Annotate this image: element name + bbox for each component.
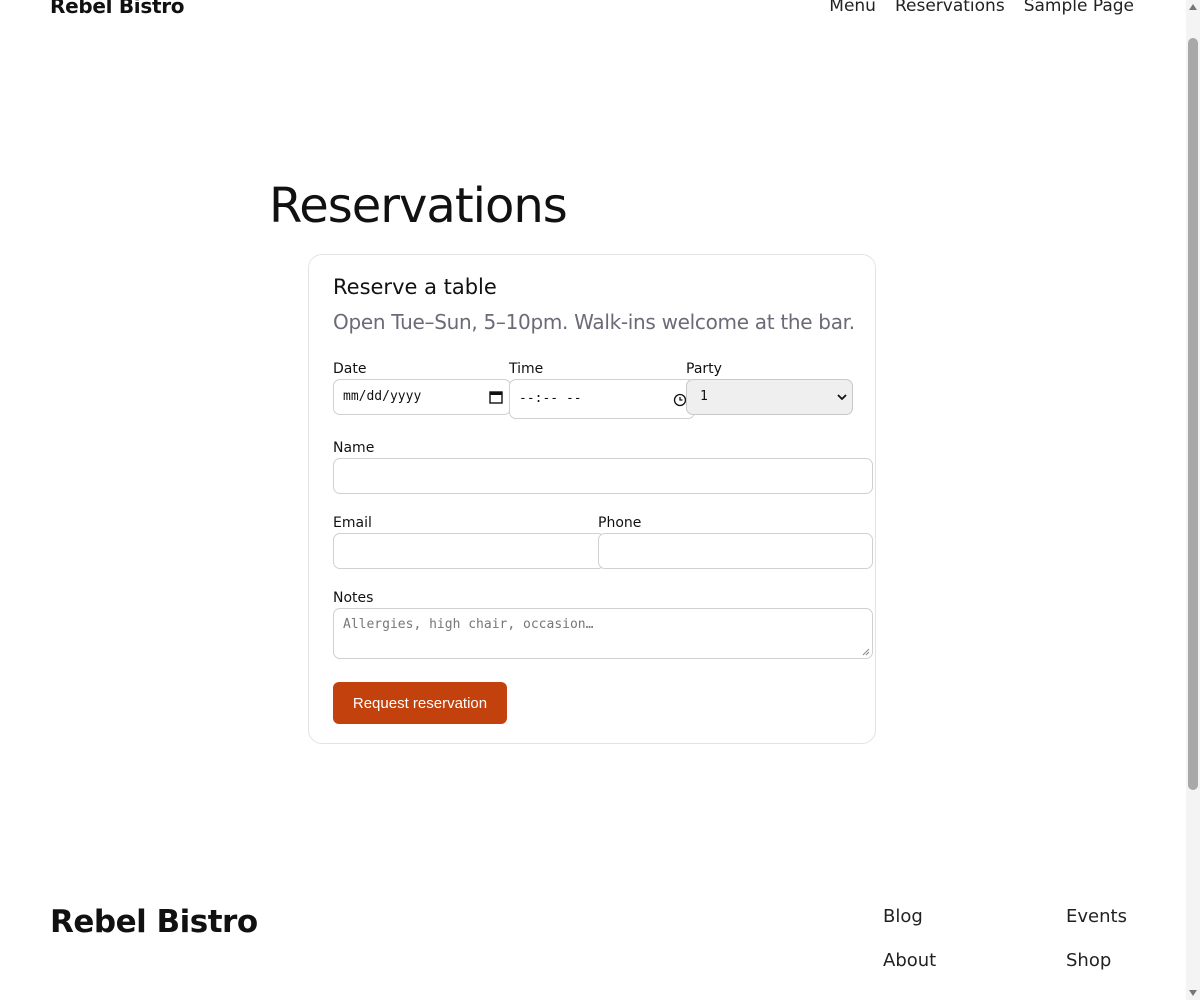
- main-nav: Menu Reservations Sample Page: [829, 0, 1134, 16]
- time-placeholder: --:-- --: [519, 391, 582, 406]
- scroll-down-arrow-icon[interactable]: [1189, 990, 1197, 996]
- party-select[interactable]: 1: [686, 379, 853, 415]
- reservation-card: Reserve a table Open Tue–Sun, 5–10pm. Wa…: [308, 254, 876, 744]
- notes-textarea[interactable]: Allergies, high chair, occasion…: [333, 608, 873, 659]
- footer-site-title[interactable]: Rebel Bistro: [50, 904, 258, 940]
- nav-item-reservations[interactable]: Reservations: [895, 0, 1005, 16]
- site-header: Rebel Bistro Menu Reservations Sample Pa…: [0, 0, 1186, 30]
- scrollbar-thumb[interactable]: [1188, 38, 1198, 790]
- date-label: Date: [333, 361, 367, 377]
- date-input[interactable]: mm/dd/yyyy: [333, 379, 511, 415]
- page-title: Reservations: [269, 178, 568, 234]
- footer-link-shop[interactable]: Shop: [1066, 950, 1111, 971]
- date-placeholder: mm/dd/yyyy: [343, 389, 422, 404]
- notes-placeholder: Allergies, high chair, occasion…: [343, 617, 594, 632]
- form-title: Reserve a table: [333, 275, 497, 299]
- scroll-up-arrow-icon[interactable]: [1189, 4, 1197, 10]
- email-label: Email: [333, 515, 372, 531]
- name-label: Name: [333, 440, 375, 456]
- phone-label: Phone: [598, 515, 642, 531]
- chevron-down-icon: [837, 394, 847, 401]
- phone-input[interactable]: [598, 533, 873, 569]
- nav-item-menu[interactable]: Menu: [829, 0, 876, 16]
- request-reservation-button[interactable]: Request reservation: [333, 682, 507, 724]
- party-label: Party: [686, 361, 722, 377]
- resize-handle-icon[interactable]: [862, 648, 870, 656]
- time-label: Time: [509, 361, 544, 377]
- nav-item-sample-page[interactable]: Sample Page: [1024, 0, 1134, 16]
- form-subtitle: Open Tue–Sun, 5–10pm. Walk-ins welcome a…: [333, 310, 855, 334]
- footer-link-events[interactable]: Events: [1066, 906, 1127, 927]
- name-input[interactable]: [333, 458, 873, 494]
- email-input[interactable]: [333, 533, 605, 569]
- footer-link-about[interactable]: About: [883, 950, 936, 971]
- site-title-link[interactable]: Rebel Bistro: [50, 0, 185, 18]
- party-selected-value: 1: [700, 389, 708, 404]
- time-input[interactable]: --:-- --: [509, 379, 695, 419]
- footer-link-blog[interactable]: Blog: [883, 906, 923, 927]
- notes-label: Notes: [333, 590, 374, 606]
- calendar-icon[interactable]: [488, 389, 504, 405]
- vertical-scrollbar[interactable]: [1186, 0, 1200, 1000]
